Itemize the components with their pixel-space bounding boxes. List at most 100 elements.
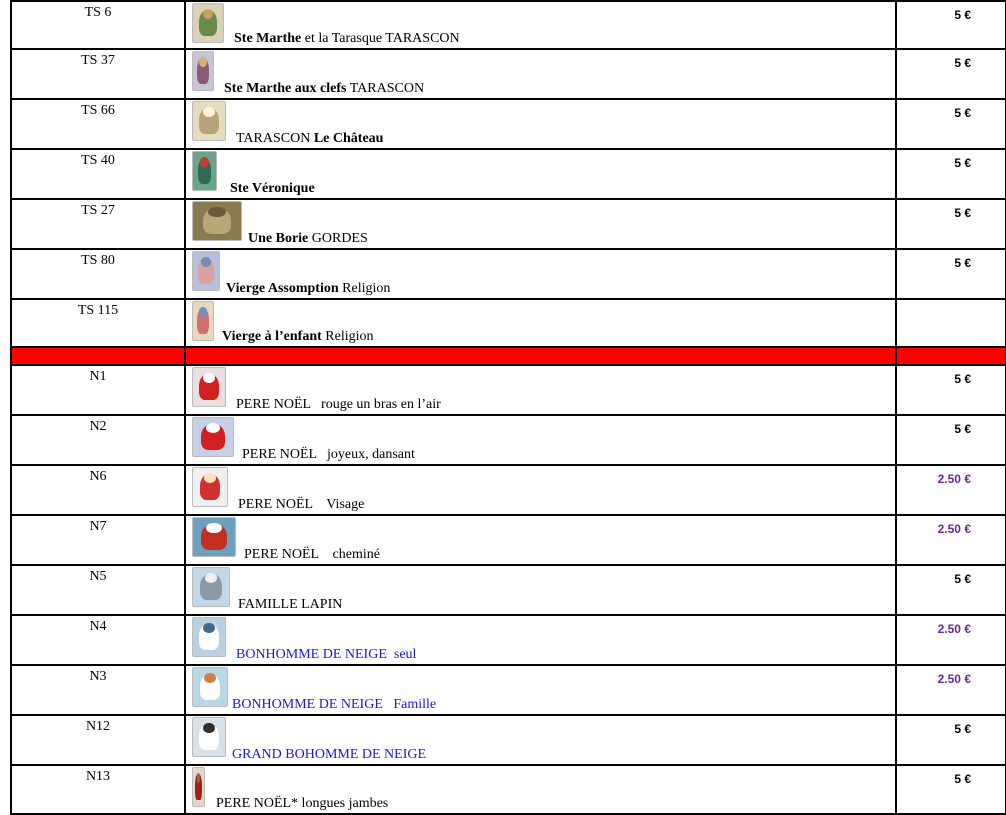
- product-label: PERE NOËL* longues jambes: [216, 796, 388, 812]
- product-description-cell: PERE NOËL rouge un bras en l’air: [184, 364, 897, 416]
- product-description-cell: Une Borie GORDES: [184, 198, 897, 250]
- catalog-table: TS 6 Ste Marthe et la Tarasque TARASCON 5 …: [10, 0, 1006, 815]
- product-price: 5 €: [895, 414, 1006, 466]
- product-description-cell: Ste Véronique: [184, 148, 897, 200]
- product-label: FAMILLE LAPIN: [238, 597, 342, 613]
- product-label-bold: Ste Marthe: [234, 31, 302, 46]
- product-label-bold: Une Borie: [248, 231, 309, 246]
- santa-chimney-icon: [192, 517, 236, 557]
- product-description-cell: PERE NOËL cheminé: [184, 514, 897, 566]
- table-row: N12 GRAND BOHOMME DE NEIGE 5 €: [10, 714, 1006, 766]
- big-snowman-icon: [192, 717, 226, 757]
- product-code: N3: [10, 664, 186, 716]
- product-code: N2: [10, 414, 186, 466]
- borie-hut-icon: [192, 201, 242, 241]
- product-description-cell: GRAND BOHOMME DE NEIGE: [184, 714, 897, 766]
- product-code: TS 27: [10, 198, 186, 250]
- product-code: N13: [10, 764, 186, 815]
- virgin-assumption-icon: [192, 251, 220, 291]
- product-description-cell: PERE NOËL* longues jambes: [184, 764, 897, 815]
- table-row: N4 BONHOMME DE NEIGE seul 2.50 €: [10, 614, 1006, 666]
- section-separator-row: [10, 346, 1006, 366]
- product-price: 5 €: [895, 198, 1006, 250]
- product-label: GRAND BOHOMME DE NEIGE: [232, 747, 426, 763]
- table-row: TS 80 Vierge Assomption Religion 5 €: [10, 248, 1006, 300]
- product-label-text: GORDES: [308, 231, 368, 246]
- santa-arm-up-icon: [192, 367, 226, 407]
- separator-cell: [184, 346, 897, 366]
- saint-veronique-icon: [192, 151, 217, 191]
- product-code: TS 66: [10, 98, 186, 150]
- product-label-text: TARASCON: [236, 131, 314, 146]
- table-row: N2 PERE NOËL joyeux, dansant 5 €: [10, 414, 1006, 466]
- product-label-text: TARASCON: [346, 81, 425, 96]
- table-row: TS 27 Une Borie GORDES 5 €: [10, 198, 1006, 250]
- product-label-text: PERE NOËL joyeux, dansant: [242, 447, 415, 462]
- product-price: 5 €: [895, 48, 1006, 100]
- product-description-cell: Ste Marthe aux clefs TARASCON: [184, 48, 897, 100]
- table-row: N5 FAMILLE LAPIN 5 €: [10, 564, 1006, 616]
- product-label-text: PERE NOËL cheminé: [244, 547, 380, 562]
- catalog-body: TS 6 Ste Marthe et la Tarasque TARASCON 5 …: [10, 0, 1006, 815]
- product-label: Ste Véronique: [230, 181, 315, 197]
- product-description-cell: BONHOMME DE NEIGE seul: [184, 614, 897, 666]
- product-code: TS 80: [10, 248, 186, 300]
- table-row: TS 6 Ste Marthe et la Tarasque TARASCON 5 …: [10, 0, 1006, 50]
- product-price: 2.50 €: [895, 614, 1006, 666]
- table-row: N13 PERE NOËL* longues jambes 5 €: [10, 764, 1006, 815]
- product-label-text: et la Tarasque TARASCON: [301, 31, 460, 46]
- product-label: Vierge Assomption Religion: [226, 281, 390, 297]
- virgin-child-icon: [192, 301, 214, 341]
- table-row: N7 PERE NOËL cheminé 2.50 €: [10, 514, 1006, 566]
- product-price: 2.50 €: [895, 464, 1006, 516]
- product-code: N12: [10, 714, 186, 766]
- castle-icon: [192, 101, 226, 141]
- product-price: 5 €: [895, 764, 1006, 815]
- product-price: 5 €: [895, 248, 1006, 300]
- product-code: N4: [10, 614, 186, 666]
- product-label: Ste Marthe et la Tarasque TARASCON: [234, 31, 460, 47]
- table-row: N3 BONHOMME DE NEIGE Famille 2.50 €: [10, 664, 1006, 716]
- product-code: TS 37: [10, 48, 186, 100]
- product-price: 2.50 €: [895, 514, 1006, 566]
- separator-cell: [895, 346, 1006, 366]
- product-description-cell: TARASCON Le Château: [184, 98, 897, 150]
- product-code: TS 115: [10, 298, 186, 348]
- saint-marthe-figure-icon: [192, 3, 224, 43]
- product-label-bold: Le Château: [313, 131, 384, 146]
- product-label-text: Religion: [321, 329, 374, 344]
- product-label-text: BONHOMME DE NEIGE seul: [236, 647, 417, 662]
- product-code: N6: [10, 464, 186, 516]
- santa-long-legs-icon: [192, 767, 205, 807]
- product-price: 2.50 €: [895, 664, 1006, 716]
- product-label: PERE NOËL rouge un bras en l’air: [236, 397, 441, 413]
- product-description-cell: Vierge à l’enfant Religion: [184, 298, 897, 348]
- product-description-cell: BONHOMME DE NEIGE Famille: [184, 664, 897, 716]
- product-label-bold: Ste Véronique: [230, 181, 315, 196]
- snowman-single-icon: [192, 617, 226, 657]
- product-description-cell: Vierge Assomption Religion: [184, 248, 897, 300]
- product-price: 5 €: [895, 148, 1006, 200]
- product-label-text: FAMILLE LAPIN: [238, 597, 343, 612]
- table-row: N1 PERE NOËL rouge un bras en l’air 5 €: [10, 364, 1006, 416]
- table-row: TS 115 Vierge à l’enfant Religion: [10, 298, 1006, 348]
- product-label: BONHOMME DE NEIGE seul: [236, 647, 416, 663]
- product-label-text: PERE NOËL Visage: [238, 497, 365, 512]
- product-price: 5 €: [895, 98, 1006, 150]
- product-label-text: GRAND BOHOMME DE NEIGE: [232, 747, 427, 762]
- product-label: Ste Marthe aux clefs TARASCON: [224, 81, 424, 97]
- product-label-text: BONHOMME DE NEIGE Famille: [232, 697, 437, 712]
- product-label-text: Religion: [338, 281, 391, 296]
- product-label: BONHOMME DE NEIGE Famille: [232, 697, 436, 713]
- product-description-cell: FAMILLE LAPIN: [184, 564, 897, 616]
- product-code: TS 40: [10, 148, 186, 200]
- product-label-bold: Vierge Assomption: [226, 281, 339, 296]
- product-price: 5 €: [895, 364, 1006, 416]
- product-price: 5 €: [895, 714, 1006, 766]
- santa-dancing-icon: [192, 417, 234, 457]
- table-row: N6 PERE NOËL Visage 2.50 €: [10, 464, 1006, 516]
- product-code: N5: [10, 564, 186, 616]
- product-description-cell: PERE NOËL joyeux, dansant: [184, 414, 897, 466]
- product-code: N7: [10, 514, 186, 566]
- separator-cell: [10, 346, 186, 366]
